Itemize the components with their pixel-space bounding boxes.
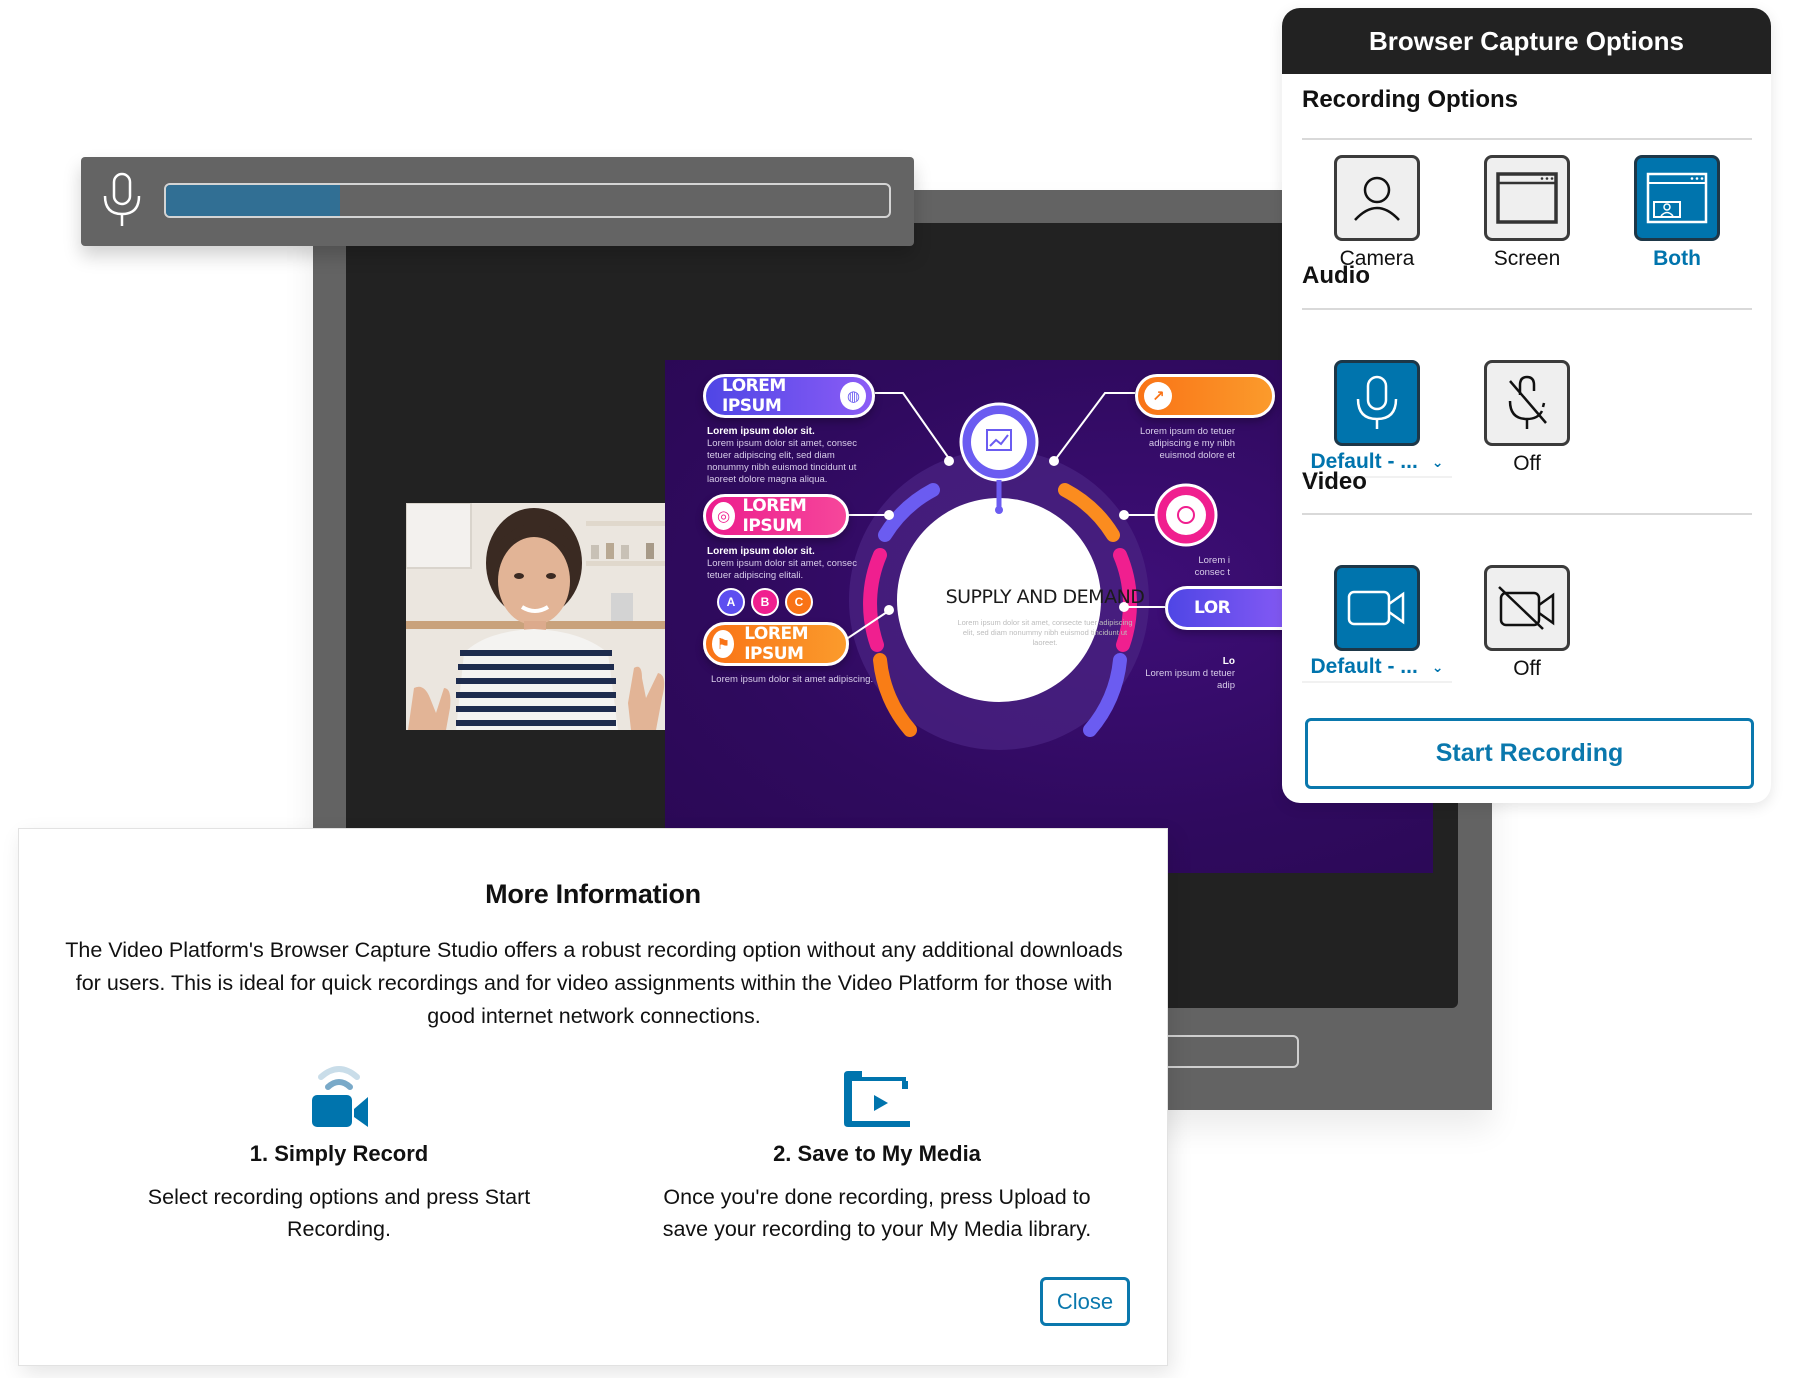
webcam-preview (406, 503, 675, 730)
video-device-option[interactable]: Default - ... ⌄ (1302, 565, 1452, 683)
badge-b: B (751, 588, 779, 616)
dialog-body: The Video Platform's Browser Capture Stu… (65, 938, 1123, 1028)
step-text: Select recording options and press Start… (147, 1185, 531, 1241)
video-device-dropdown[interactable]: Default - ... ⌄ (1302, 655, 1452, 683)
pill-label: LOREM IPSUM (742, 496, 807, 536)
media-folder-icon (657, 1059, 1097, 1129)
slide-pill-1: LOREM IPSUM ◍ (703, 374, 875, 418)
slide-block-text: Lorem ipsum dolor sit amet, consec tetue… (707, 438, 857, 485)
slide-right-block-3: Lo Lorem ipsum d tetuer adip (1135, 656, 1235, 692)
slide-right-block-1: Lorem ipsum do tetuer adipiscing e my ni… (1139, 426, 1235, 461)
audio-device-button[interactable] (1334, 360, 1420, 446)
slide-block-1: Lorem ipsum dolor sit. Lorem ipsum dolor… (707, 426, 877, 486)
both-option-label: Both (1653, 247, 1701, 270)
window-with-camera-icon (1646, 172, 1708, 224)
slide-block-heading: Lorem ipsum dolor sit. (707, 426, 815, 437)
panel-title: Browser Capture Options (1282, 8, 1771, 74)
divider (1302, 513, 1752, 515)
slide-block-2: Lorem ipsum dolor sit. Lorem ipsum dolor… (707, 546, 867, 582)
audio-device-option[interactable]: Default - ... ⌄ (1302, 360, 1452, 478)
more-information-dialog: More Information The Video Platform's Br… (18, 828, 1168, 1366)
screen-option-label: Screen (1493, 247, 1561, 270)
step-text: Once you're done recording, press Upload… (662, 1185, 1092, 1241)
recording-options-heading: Recording Options (1302, 86, 1518, 113)
browser-capture-panel: Browser Capture Options Recording Option… (1282, 8, 1771, 803)
chart-icon: ↗ (1144, 382, 1172, 410)
chevron-down-icon: ⌄ (1431, 658, 1444, 675)
dialog-title: More Information (485, 879, 701, 909)
badge-a: A (717, 588, 745, 616)
step-simply-record: 1. Simply Record Select recording option… (119, 1059, 559, 1245)
audio-off-button[interactable] (1484, 360, 1570, 446)
divider (1302, 308, 1752, 310)
video-heading: Video (1302, 468, 1367, 495)
camera-broadcast-icon (119, 1059, 559, 1129)
both-option-button[interactable] (1634, 155, 1720, 241)
option-screen[interactable]: Screen (1452, 155, 1602, 271)
video-device-value: Default - ... (1310, 655, 1418, 678)
microphone-icon (103, 172, 141, 226)
close-button[interactable]: Close (1040, 1277, 1130, 1326)
step-title: 2. Save to My Media (773, 1141, 981, 1166)
globe-icon: ◍ (840, 382, 866, 410)
video-camera-icon (1347, 590, 1405, 626)
option-both[interactable]: Both (1602, 155, 1752, 271)
option-camera[interactable]: Camera (1302, 155, 1452, 271)
video-off-option[interactable]: Off (1452, 565, 1602, 681)
slide-block-3: Lorem ipsum dolor sit amet adipiscing. (711, 674, 874, 685)
video-off-button[interactable] (1484, 565, 1570, 651)
slide-pill-2: ◎ LOREM IPSUM (703, 494, 849, 538)
slide-block-text: Lorem ipsum dolor sit amet, consec tetue… (707, 558, 857, 581)
slide-right-block-2: Lorem i consec t (1194, 555, 1230, 578)
chevron-down-icon: ⌄ (1431, 453, 1444, 470)
screen-option-button[interactable] (1484, 155, 1570, 241)
audio-heading: Audio (1302, 262, 1370, 289)
divider (1302, 138, 1752, 140)
audio-level-fill (166, 185, 340, 216)
audio-off-option[interactable]: Off (1452, 360, 1602, 476)
slide-pill-4: ↗ (1135, 374, 1275, 418)
step-save-to-my-media: 2. Save to My Media Once you're done rec… (657, 1059, 1097, 1245)
slide-block-heading: Lo (1222, 656, 1235, 667)
video-device-button[interactable] (1334, 565, 1420, 651)
audio-level-bar (164, 183, 891, 218)
microphone-icon (1356, 375, 1398, 429)
microphone-off-icon (1508, 375, 1547, 429)
video-off-label: Off (1513, 657, 1541, 680)
webcam-person-image (406, 503, 675, 730)
step-title: 1. Simply Record (249, 1141, 429, 1166)
pill-label: LOREM IPSUM (722, 376, 786, 416)
slide-pill-3: ⚑ LOREM IPSUM (703, 622, 849, 666)
slide-subtitle: Lorem ipsum dolor sit amet, consecte tue… (957, 618, 1133, 647)
slide-title: SUPPLY AND DEMAND (945, 586, 1145, 608)
slide-block-heading: Lorem ipsum dolor sit. (707, 546, 815, 557)
audio-level-meter (81, 157, 914, 246)
slide-block-text: Lorem ipsum d tetuer adip (1145, 668, 1235, 691)
audio-off-label: Off (1513, 452, 1541, 475)
window-icon (1496, 172, 1558, 224)
pill-label: LOR (1194, 598, 1231, 618)
camera-option-button[interactable] (1334, 155, 1420, 241)
badge-c: C (785, 588, 813, 616)
person-icon (1354, 176, 1400, 221)
flag-icon: ⚑ (712, 630, 735, 658)
start-recording-button[interactable]: Start Recording (1305, 718, 1754, 789)
target-icon: ◎ (712, 502, 735, 530)
video-camera-off-icon (1498, 586, 1555, 630)
pill-label: LOREM IPSUM (744, 624, 808, 664)
